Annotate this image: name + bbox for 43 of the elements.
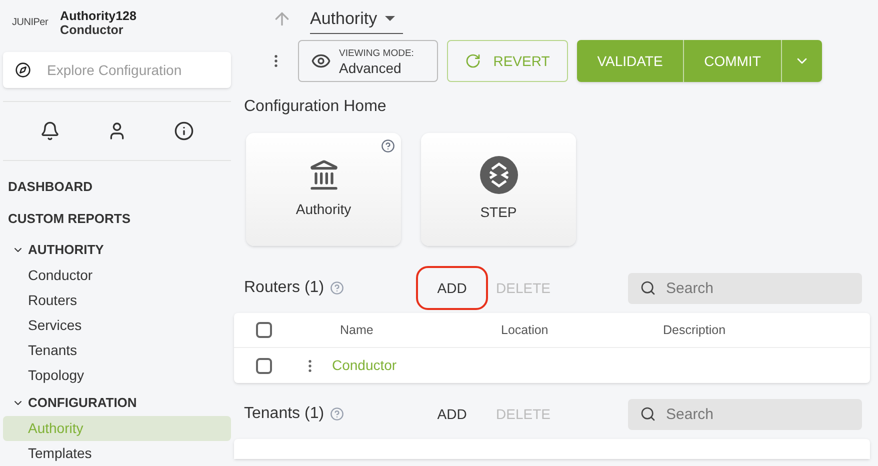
tile-card[interactable]: STEP bbox=[421, 133, 576, 246]
nav-group[interactable]: AUTHORITY bbox=[28, 240, 104, 260]
help-icon[interactable] bbox=[381, 139, 395, 153]
section-title: Tenants (1) bbox=[244, 404, 324, 424]
column-header: Location bbox=[501, 322, 550, 339]
add-button[interactable]: ADD bbox=[416, 266, 488, 310]
app-subtitle: Conductor bbox=[60, 22, 124, 36]
logo: JUNIPer bbox=[12, 16, 48, 30]
nav-item[interactable]: DASHBOARD bbox=[8, 171, 234, 203]
section-title: Routers (1) bbox=[244, 278, 324, 298]
breadcrumb-dropdown[interactable]: Authority bbox=[310, 4, 404, 34]
checkbox[interactable] bbox=[256, 322, 272, 338]
tile-label: Authority bbox=[296, 200, 352, 219]
nav-item[interactable]: CUSTOM REPORTS bbox=[8, 203, 234, 235]
explore-field[interactable]: Explore Configuration bbox=[3, 52, 231, 88]
viewing-mode-value: Advanced bbox=[339, 61, 402, 76]
info-icon[interactable] bbox=[174, 121, 194, 141]
column-header: Name bbox=[340, 322, 374, 339]
nav-item[interactable]: Templates bbox=[3, 441, 231, 466]
step-logo-icon bbox=[480, 156, 518, 194]
nav-item[interactable]: Topology bbox=[3, 363, 231, 388]
viewing-mode-button[interactable]: VIEWING MODE: Advanced bbox=[298, 40, 438, 82]
nav-item[interactable]: Services bbox=[3, 313, 231, 338]
nav-item[interactable]: Tenants bbox=[3, 338, 231, 363]
nav-item[interactable]: Conductor bbox=[3, 263, 231, 288]
viewing-mode-label: VIEWING MODE: bbox=[339, 47, 414, 61]
nav-group[interactable]: CONFIGURATION bbox=[28, 392, 137, 412]
column-header: Description bbox=[663, 322, 727, 339]
search-icon bbox=[640, 406, 656, 422]
building-icon bbox=[308, 159, 340, 191]
tile-card[interactable]: Authority bbox=[246, 133, 401, 246]
search-field[interactable]: Search bbox=[628, 272, 862, 304]
page-title: Configuration Home bbox=[244, 97, 388, 117]
search-field[interactable]: Search bbox=[628, 398, 862, 430]
tile-label: STEP bbox=[480, 203, 517, 222]
search-icon bbox=[640, 280, 656, 296]
refresh-icon bbox=[465, 53, 482, 69]
compass-icon bbox=[15, 62, 31, 78]
app-title: Authority128 bbox=[60, 8, 136, 22]
notifications-icon[interactable] bbox=[40, 121, 60, 141]
nav-item[interactable]: Routers bbox=[3, 288, 231, 313]
checkbox[interactable] bbox=[256, 358, 272, 374]
add-button[interactable]: ADD bbox=[416, 392, 488, 436]
